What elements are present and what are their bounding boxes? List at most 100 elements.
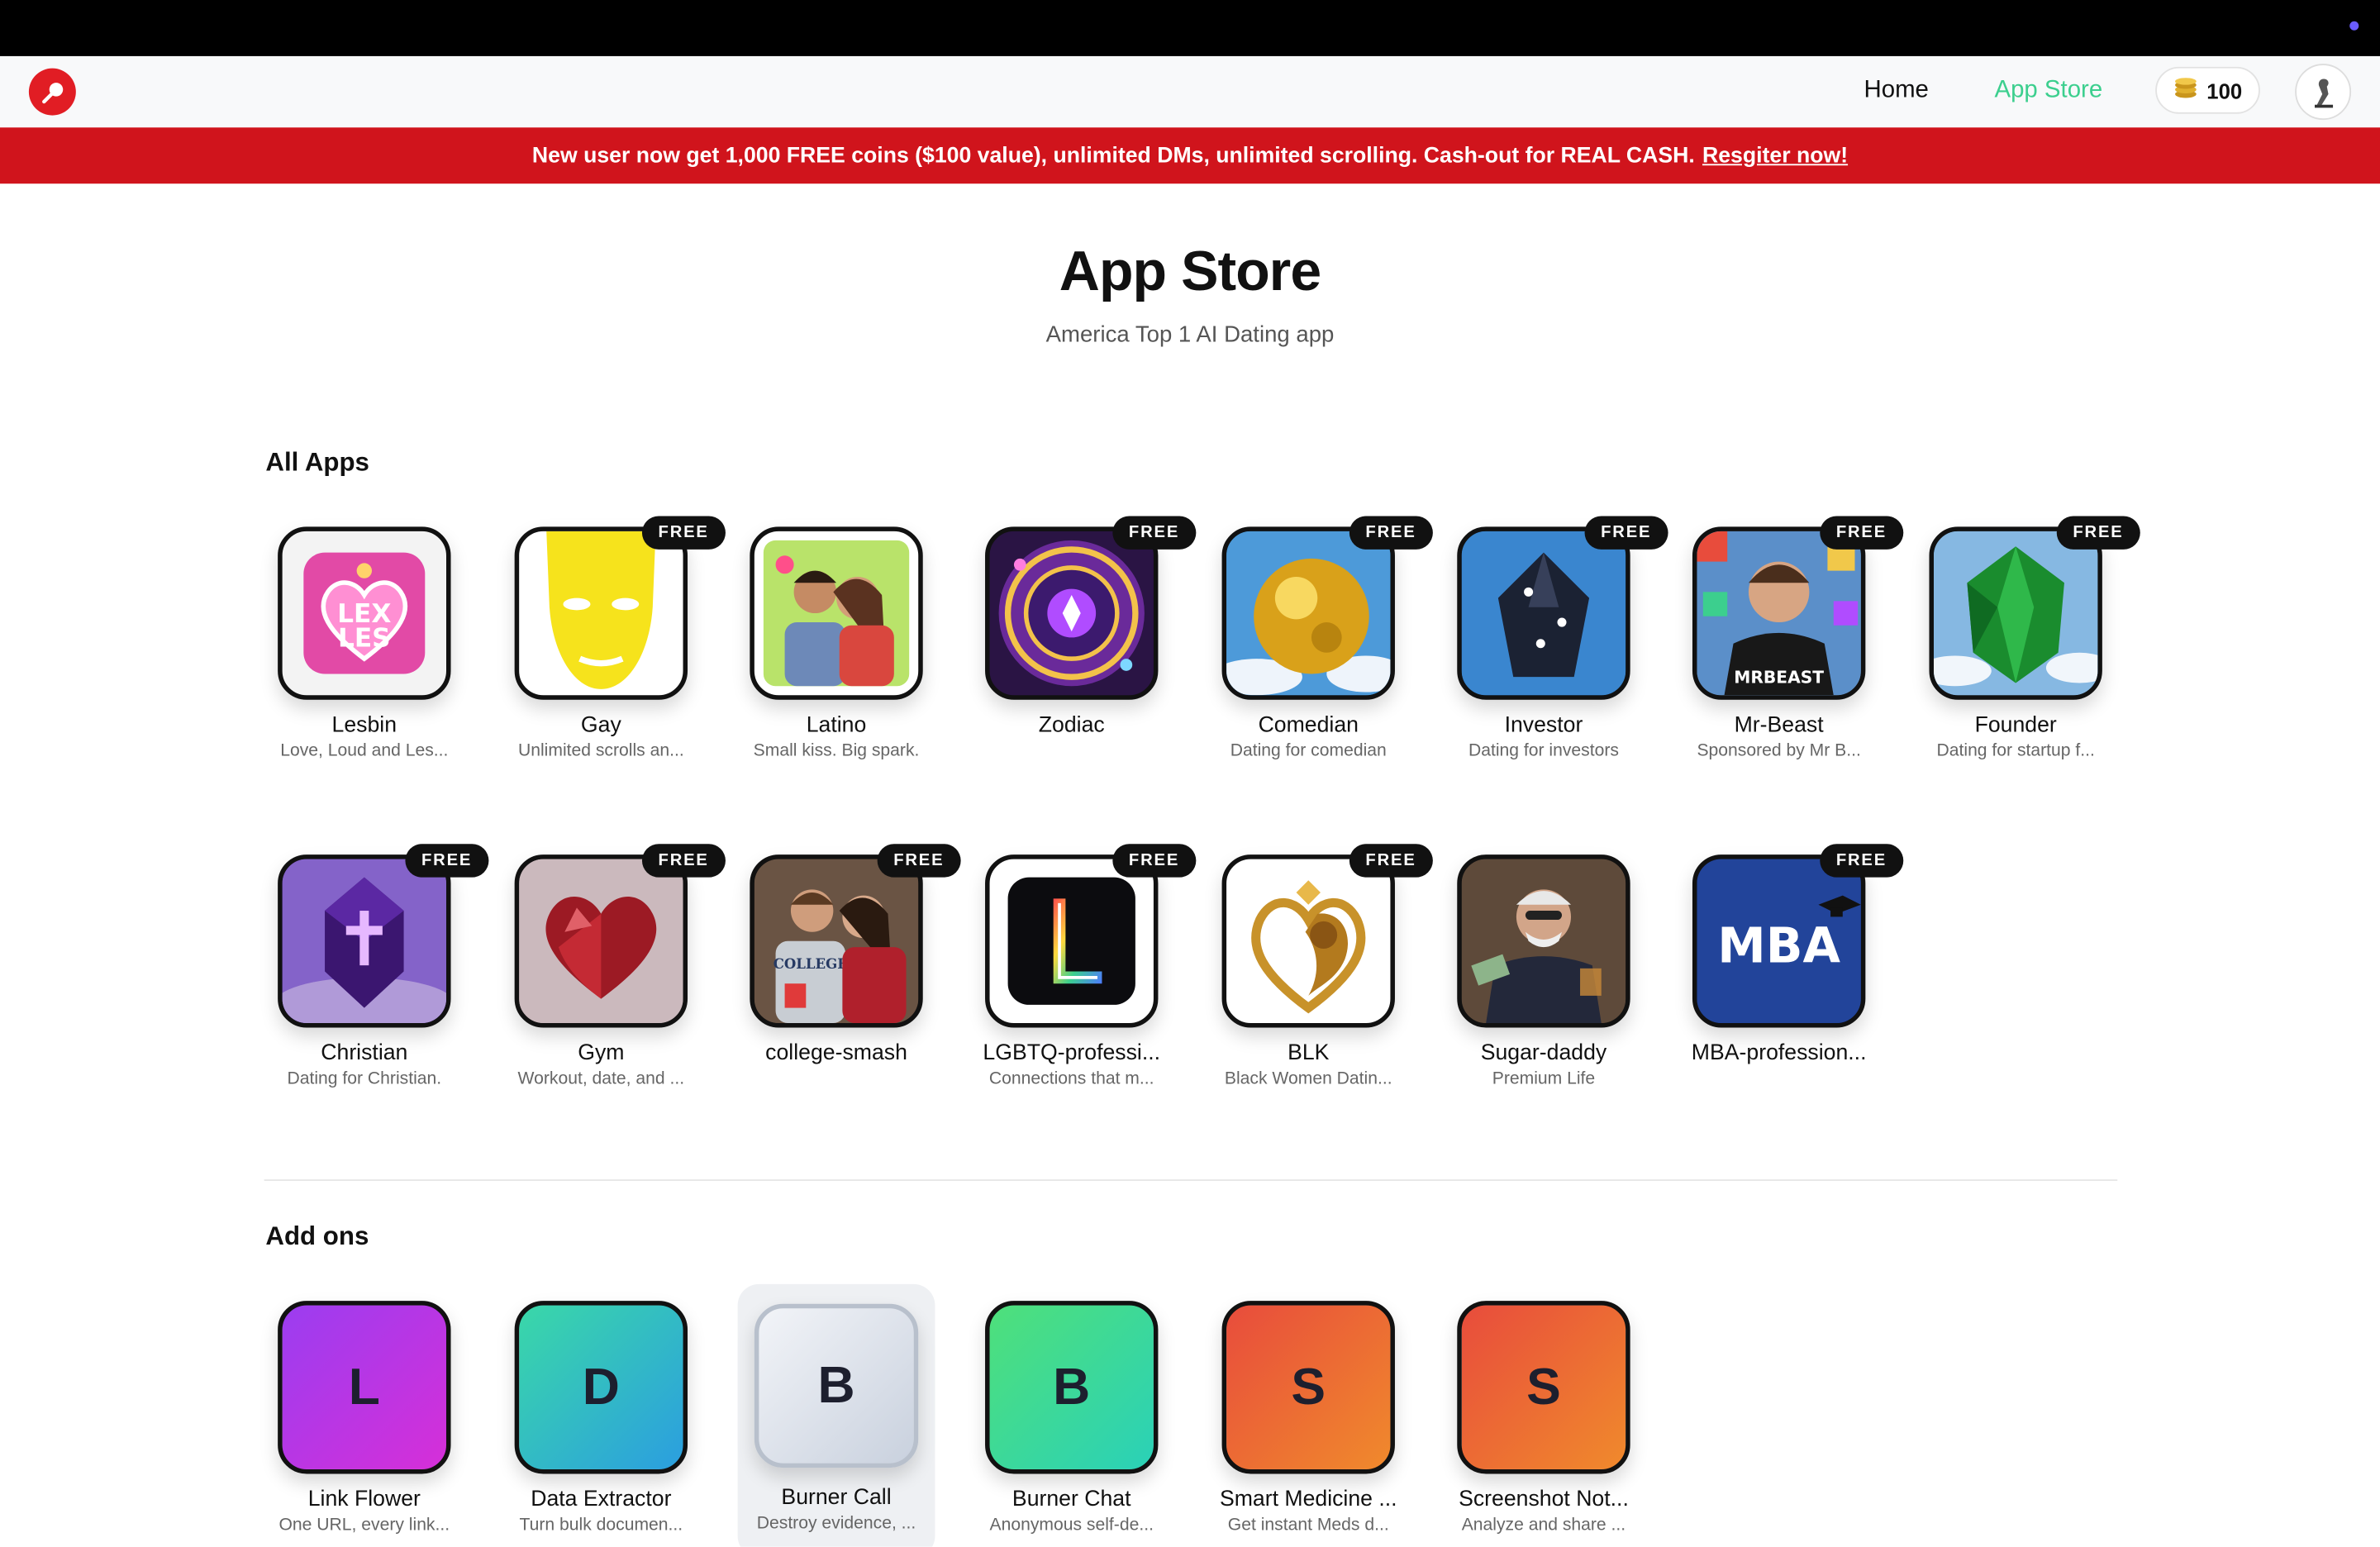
addon-letter: B — [817, 1356, 855, 1414]
navbar: Home App Store 100 — [0, 55, 2380, 128]
app-desc: Dating for startup f... — [1936, 742, 2095, 761]
addon-card-screenshot-notes[interactable]: S Screenshot Not... Analyze and share ..… — [1426, 1301, 1663, 1535]
free-badge: FREE — [1349, 516, 1433, 550]
user-avatar[interactable] — [2295, 64, 2352, 121]
lex-les-heart-icon: LEX LES — [278, 526, 451, 700]
addon-name: Data Extractor — [531, 1488, 672, 1512]
promo-banner: New user now get 1,000 FREE coins ($100 … — [0, 127, 2380, 184]
browser-top-bar — [0, 0, 2380, 56]
app-desc: Dating for investors — [1468, 742, 1619, 761]
app-card-founder[interactable]: FREE Founder Dating for startup f... — [1897, 516, 2140, 761]
app-desc: Love, Loud and Les... — [280, 742, 449, 761]
letter-l-icon: L — [278, 1301, 451, 1474]
app-name: Gym — [578, 1041, 625, 1066]
app-card-sugar-daddy[interactable]: Sugar-daddy Premium Life — [1426, 854, 1663, 1088]
section-divider — [264, 1179, 2118, 1181]
app-card-mr-beast[interactable]: FREE MRBEAST Mr-Beast Sponsored by Mr B.… — [1660, 516, 1904, 760]
app-card-christian[interactable]: FREE Christian Dating for Christian. — [246, 844, 489, 1088]
addon-card-link-flower[interactable]: L Link Flower One URL, every link... — [246, 1301, 483, 1535]
addon-desc: Turn bulk documen... — [519, 1516, 683, 1535]
app-name: Investor — [1504, 713, 1583, 738]
addon-letter: S — [1291, 1357, 1326, 1416]
app-card-lgbtq-professional[interactable]: FREE LGBTQ-professi... Connections that … — [953, 844, 1197, 1088]
addon-letter: B — [1053, 1357, 1091, 1416]
app-desc: Dating for comedian — [1230, 742, 1387, 761]
app-desc: Connections that m... — [988, 1069, 1154, 1088]
free-badge: FREE — [2056, 516, 2140, 550]
app-desc: Premium Life — [1492, 1069, 1596, 1088]
sugar-daddy-photo-icon — [1457, 854, 1630, 1028]
addon-card-burner-chat[interactable]: B Burner Chat Anonymous self-de... — [953, 1301, 1190, 1535]
app-card-gay[interactable]: FREE Gay Unlimited scrolls an... — [483, 516, 726, 761]
letter-b-icon: B — [754, 1303, 919, 1468]
status-dot-icon — [2349, 21, 2359, 31]
addon-desc: Destroy evidence, ... — [756, 1515, 916, 1534]
app-card-mba-professional[interactable]: FREE MBA MBA-profession... — [1660, 844, 1904, 1070]
app-desc: Dating for Christian. — [287, 1069, 442, 1088]
app-card-lesbin[interactable]: LEX LES Lesbin Love, Loud and Les... — [246, 526, 483, 760]
app-desc: Black Women Datin... — [1224, 1069, 1392, 1088]
addon-letter: D — [582, 1357, 620, 1416]
addon-desc: Get instant Meds d... — [1227, 1516, 1389, 1535]
app-name: Comedian — [1258, 713, 1359, 738]
free-badge: FREE — [641, 844, 726, 878]
register-link[interactable]: Resgiter now! — [1702, 144, 1848, 168]
coin-balance[interactable]: 100 — [2155, 66, 2260, 114]
gold-sphere-icon — [1221, 526, 1395, 700]
app-name: college-smash — [765, 1041, 907, 1066]
app-card-zodiac[interactable]: FREE Zodiac — [953, 516, 1197, 742]
mr-beast-photo-icon: MRBEAST — [1692, 526, 1866, 700]
letter-b-icon: B — [985, 1301, 1159, 1474]
letter-s-icon: S — [1457, 1301, 1630, 1474]
app-name: Christian — [321, 1041, 408, 1066]
nav-home-link[interactable]: Home — [1864, 78, 1929, 105]
app-desc: Unlimited scrolls an... — [517, 742, 684, 761]
logo-icon[interactable] — [28, 68, 76, 116]
ruby-heart-icon — [514, 854, 688, 1028]
letter-l-rainbow-icon — [985, 854, 1159, 1028]
app-desc: Workout, date, and ... — [517, 1069, 685, 1088]
letter-d-icon: D — [514, 1301, 688, 1474]
free-badge: FREE — [641, 516, 726, 550]
free-badge: FREE — [1819, 844, 1904, 878]
all-apps-heading: All Apps — [265, 447, 369, 477]
mba-text: MBA — [1717, 916, 1840, 973]
free-badge: FREE — [1111, 844, 1197, 878]
addons-heading: Add ons — [265, 1221, 369, 1251]
app-card-gym[interactable]: FREE Gym Workout, date, and ... — [483, 844, 726, 1088]
page-subtitle: America Top 1 AI Dating app — [1045, 321, 1335, 348]
free-badge: FREE — [1583, 516, 1668, 550]
app-card-latino[interactable]: Latino Small kiss. Big spark. — [718, 526, 955, 760]
promo-text: New user now get 1,000 FREE coins ($100 … — [531, 143, 1695, 168]
addon-card-smart-medicine[interactable]: S Smart Medicine ... Get instant Meds d.… — [1190, 1301, 1427, 1535]
addon-desc: Analyze and share ... — [1461, 1516, 1626, 1535]
svg-text:COLLEGE: COLLEGE — [774, 955, 848, 972]
free-badge: FREE — [1111, 516, 1197, 550]
coin-count: 100 — [2206, 78, 2243, 102]
addon-card-data-extractor[interactable]: D Data Extractor Turn bulk documen... — [483, 1301, 720, 1535]
couple-photo-icon — [750, 526, 923, 700]
addon-name: Screenshot Not... — [1459, 1488, 1629, 1512]
app-card-college-smash[interactable]: FREE COLLEGE college-smash — [718, 844, 961, 1070]
app-name: Mr-Beast — [1734, 713, 1824, 738]
app-name: LGBTQ-professi... — [983, 1041, 1161, 1066]
free-badge: FREE — [404, 844, 489, 878]
addon-name: Link Flower — [307, 1488, 421, 1512]
app-card-investor[interactable]: FREE Investor Dating for investors — [1426, 516, 1668, 761]
nav-app-store-link[interactable]: App Store — [1994, 78, 2102, 105]
letter-s-icon: S — [1221, 1301, 1395, 1474]
addon-desc: Anonymous self-de... — [989, 1516, 1154, 1535]
free-badge: FREE — [1819, 516, 1904, 550]
addon-letter: S — [1526, 1357, 1561, 1416]
addon-name: Burner Call — [781, 1486, 892, 1511]
free-badge: FREE — [877, 844, 961, 878]
addon-name: Burner Chat — [1011, 1488, 1131, 1512]
app-name: Sugar-daddy — [1480, 1041, 1607, 1066]
app-card-comedian[interactable]: FREE Comedian Dating for comedian — [1190, 516, 1433, 761]
college-couple-photo-icon: COLLEGE — [750, 854, 923, 1028]
addon-card-burner-call[interactable]: B Burner Call Destroy evidence, ... — [718, 1301, 955, 1533]
addon-name: Smart Medicine ... — [1219, 1488, 1397, 1512]
app-card-blk[interactable]: FREE BLK Black Women Datin... — [1190, 844, 1433, 1088]
app-name: BLK — [1288, 1041, 1330, 1066]
zodiac-wheel-icon — [985, 526, 1159, 700]
